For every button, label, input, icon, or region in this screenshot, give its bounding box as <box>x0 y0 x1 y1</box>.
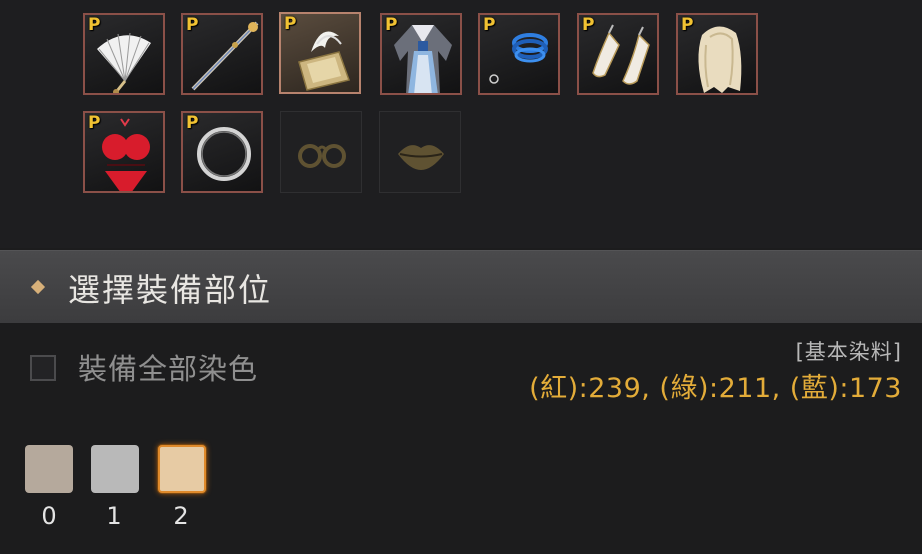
swatch-label-2: 2 <box>173 502 189 530</box>
premium-badge: P <box>483 15 496 35</box>
equipment-slot-bracelet[interactable]: P <box>478 13 560 95</box>
premium-badge: P <box>88 15 101 35</box>
premium-badge: P <box>88 113 101 133</box>
glasses-icon <box>298 144 346 168</box>
equipment-slot-folding-fan[interactable]: P <box>83 13 165 95</box>
dye-rgb-values: (紅):239, (綠):211, (藍):173 <box>529 373 902 404</box>
swatch-label-0: 0 <box>41 502 57 530</box>
premium-badge: P <box>385 15 398 35</box>
equipment-slot-wig[interactable]: P <box>676 13 758 95</box>
equipment-panel: P P P P P P P P P <box>0 0 922 248</box>
premium-badge: P <box>681 15 694 35</box>
equipment-slot-glasses-empty[interactable] <box>280 111 362 193</box>
dye-type-title: [基本染料] <box>795 340 902 364</box>
diamond-icon <box>30 279 46 295</box>
equipment-slot-scroll-book[interactable]: P <box>279 12 361 94</box>
color-swatch-0[interactable] <box>25 445 73 493</box>
premium-badge: P <box>284 14 297 34</box>
premium-badge: P <box>186 113 199 133</box>
equipment-slot-staff[interactable]: P <box>181 13 263 95</box>
swatch-label-1: 1 <box>106 502 122 530</box>
section-title: 選擇裝備部位 <box>68 271 273 309</box>
color-swatch-2[interactable] <box>158 445 206 493</box>
equipment-slot-lips-empty[interactable] <box>379 111 461 193</box>
section-header: 選擇裝備部位 <box>0 250 922 323</box>
dye-all-label[interactable]: 裝備全部染色 <box>78 346 258 388</box>
dye-all-checkbox[interactable] <box>30 355 56 381</box>
equipment-slot-swimsuit[interactable]: P <box>83 111 165 193</box>
equipment-slot-ring[interactable]: P <box>181 111 263 193</box>
equipment-slot-hanbok[interactable]: P <box>380 13 462 95</box>
equipment-slot-shoes[interactable]: P <box>577 13 659 95</box>
premium-badge: P <box>186 15 199 35</box>
premium-badge: P <box>582 15 595 35</box>
color-swatch-1[interactable] <box>91 445 139 493</box>
lips-icon <box>398 145 444 170</box>
